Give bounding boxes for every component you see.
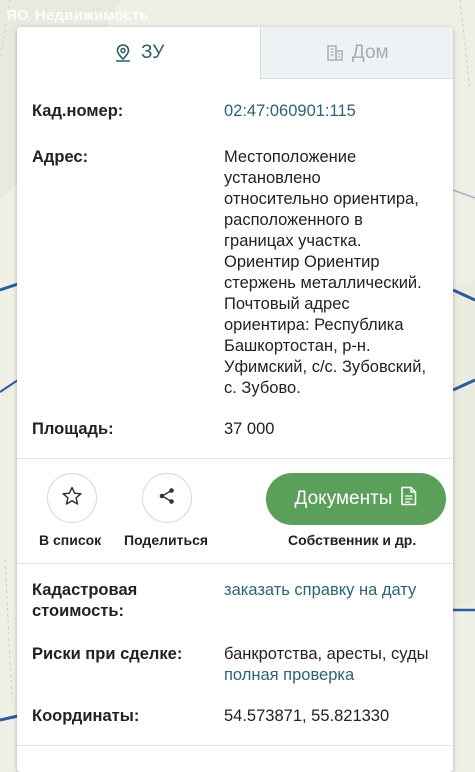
risks-value: банкротства, аресты, суды полная проверк… xyxy=(224,644,438,686)
tab-zu-label: ЗУ xyxy=(141,42,165,63)
map-pin-icon xyxy=(113,43,133,63)
address-row: Адрес: Местоположение установлено относи… xyxy=(32,147,438,399)
address-line: установлено xyxy=(224,169,321,187)
coordinates-value: 54.573871, 55.821330 xyxy=(224,707,390,725)
document-icon xyxy=(400,486,417,512)
kad-number-value[interactable]: 02:47:060901:115 xyxy=(224,101,438,122)
address-line: с. Зубово. xyxy=(224,379,301,397)
address-line: Почтовый адрес xyxy=(224,295,350,313)
documents-button[interactable]: Документы xyxy=(266,473,446,525)
cadastral-cost-label: Кадастровая стоимость: xyxy=(32,580,224,622)
coordinates-label: Координаты: xyxy=(32,707,140,725)
watermark: ЯО Недвижимость xyxy=(6,7,149,24)
kad-number-row: Кад.номер: 02:47:060901:115 xyxy=(32,101,438,122)
star-icon xyxy=(61,485,83,512)
risks-label: Риски при сделке: xyxy=(32,645,183,663)
cadastral-cost-row: Кадастровая стоимость: заказать справку … xyxy=(32,580,438,622)
risks-text: банкротства, аресты, суды xyxy=(224,645,429,663)
address-label: Адрес: xyxy=(32,148,89,166)
address-line: относительно ориентира, xyxy=(224,190,419,208)
order-certificate-link[interactable]: заказать справку на дату xyxy=(224,580,438,622)
address-line: Ориентир Ориентир xyxy=(224,253,380,271)
tab-zu[interactable]: ЗУ xyxy=(17,27,261,79)
address-line: стержень металлический. xyxy=(224,274,422,292)
address-line: Местоположение xyxy=(224,148,357,166)
divider xyxy=(17,563,453,564)
area-value: 37 000 xyxy=(224,420,275,438)
cadastral-cost-label-line: стоимость: xyxy=(32,602,125,620)
share-button[interactable] xyxy=(142,473,192,523)
cadastral-cost-label-line: Кадастровая xyxy=(32,581,138,599)
address-line: расположенного в xyxy=(224,211,363,229)
watermark-text: Недвижимость xyxy=(34,7,150,24)
tab-bar: ЗУ Дом xyxy=(17,27,453,79)
watermark-logo: ЯО xyxy=(6,7,29,24)
address-line: границах участка. xyxy=(224,232,362,250)
coordinates-row: Координаты: 54.573871, 55.821330 xyxy=(32,706,438,727)
building-icon xyxy=(326,44,344,62)
kad-number-label: Кад.номер: xyxy=(32,102,124,120)
details-section: Кадастровая стоимость: заказать справку … xyxy=(17,580,453,727)
property-card: ЗУ Дом Кад.номер: 02:47:060901:115 Адрес… xyxy=(17,27,453,772)
risks-row: Риски при сделке: банкротства, аресты, с… xyxy=(32,644,438,686)
address-line: ориентира: Республика xyxy=(224,316,404,334)
info-section: Кад.номер: 02:47:060901:115 Адрес: Место… xyxy=(17,101,453,440)
share-icon xyxy=(157,486,177,511)
address-line: Уфимский, с/с. Зубовский, xyxy=(224,358,427,376)
actions-bar: В список Поделиться Документы Собственни… xyxy=(17,459,453,563)
full-check-link[interactable]: полная проверка xyxy=(224,665,438,686)
address-line: Башкортостан, р-н. xyxy=(224,337,371,355)
area-row: Площадь: 37 000 xyxy=(32,419,438,440)
add-to-list-label[interactable]: В список xyxy=(39,532,101,548)
documents-button-label: Документы xyxy=(294,488,393,509)
tab-dom-label: Дом xyxy=(351,41,389,63)
share-label[interactable]: Поделиться xyxy=(124,532,208,548)
documents-sub-label[interactable]: Собственник и др. xyxy=(288,532,416,548)
add-to-list-button[interactable] xyxy=(47,473,97,523)
tab-dom[interactable]: Дом xyxy=(260,27,453,79)
divider xyxy=(17,745,453,746)
address-value: Местоположение установлено относительно … xyxy=(224,147,438,399)
area-label: Площадь: xyxy=(32,420,114,438)
